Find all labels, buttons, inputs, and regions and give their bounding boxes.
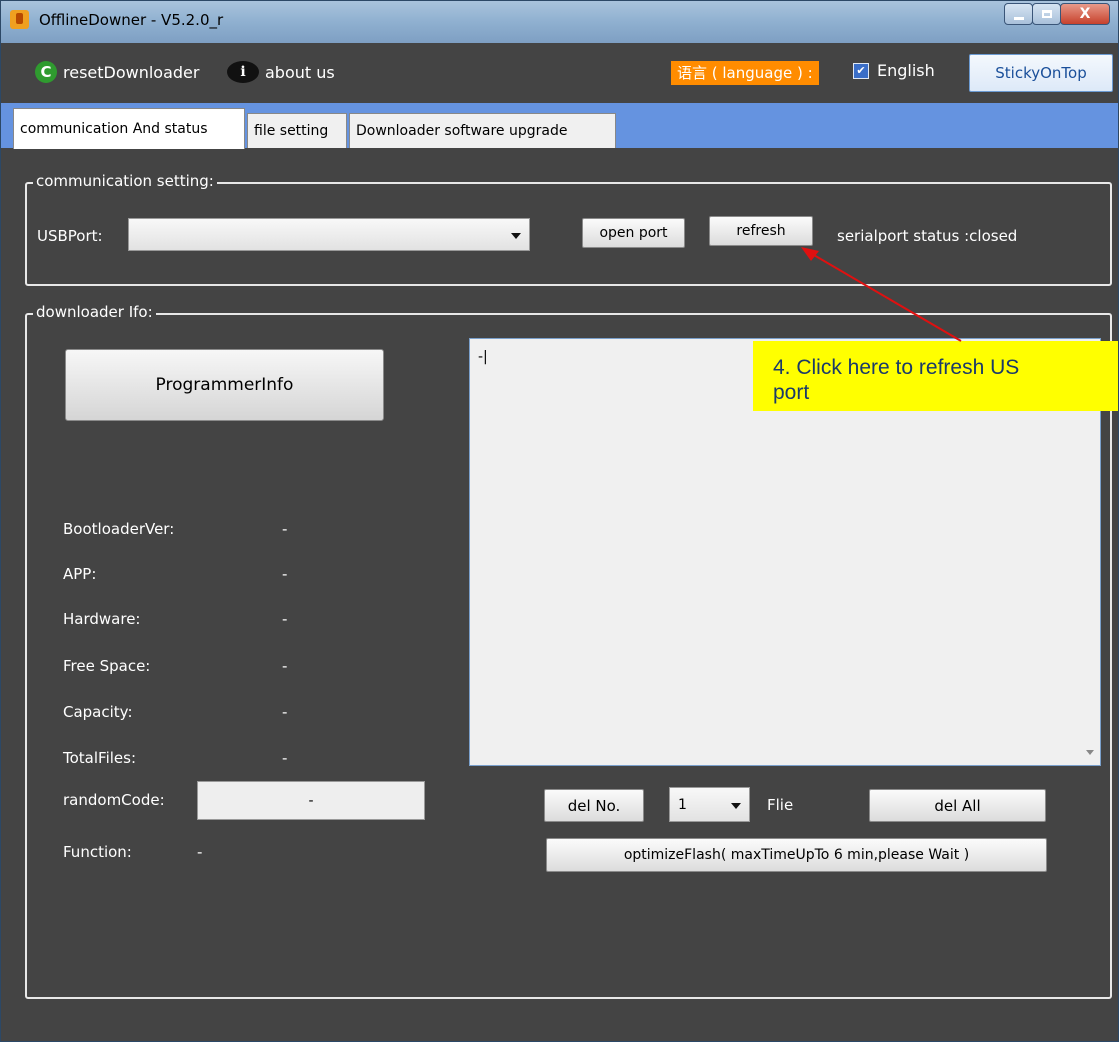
file-number-select[interactable]: 1 [669,787,750,822]
free-space-label: Free Space: [63,657,151,675]
del-no-button[interactable]: del No. [544,789,644,822]
hardware-label: Hardware: [63,610,141,628]
minimize-icon [1013,16,1024,20]
window-controls: X [1004,3,1110,27]
bootloader-ver-value: - [282,520,288,538]
free-space-value: - [282,657,288,675]
serialport-status: serialport status :closed [837,227,1018,245]
communication-setting-title: communication setting: [33,172,217,190]
toolbar: C resetDownloader i about us 语言 ( langua… [1,43,1118,103]
del-all-button[interactable]: del All [869,789,1046,822]
downloader-info-title: downloader Ifo: [33,303,156,321]
annotation-callout: 4. Click here to refresh US port [753,341,1118,411]
chevron-down-icon [511,232,521,239]
scroll-down-icon[interactable] [1086,750,1094,755]
total-files-label: TotalFiles: [63,749,137,767]
open-port-button[interactable]: open port [582,218,685,248]
usb-port-label: USBPort: [37,227,103,245]
close-icon: X [1079,6,1091,22]
app-value: - [282,565,288,583]
app-label: APP: [63,565,97,583]
english-checkbox[interactable]: ✔ English [853,61,935,80]
minimize-button[interactable] [1004,3,1033,25]
window-title: OfflineDowner - V5.2.0_r [39,11,224,29]
about-us-button[interactable]: i about us [227,61,335,83]
capacity-value: - [282,703,288,721]
checkbox-checked-icon[interactable]: ✔ [853,62,869,79]
app-window: OfflineDowner - V5.2.0_r X C resetDownlo… [0,0,1119,1042]
reset-downloader-label: resetDownloader [63,62,200,82]
title-bar: OfflineDowner - V5.2.0_r X [1,1,1118,43]
language-label: 语言 ( language ) : [671,61,819,85]
refresh-button[interactable]: refresh [709,216,813,246]
tab-strip: communication And status file setting Do… [1,103,1118,149]
info-icon: i [227,61,259,83]
tab-communication-and-status[interactable]: communication And status [13,108,245,149]
hardware-value: - [282,610,288,628]
app-logo-icon [10,10,29,29]
total-files-value: - [282,749,288,767]
file-label: Flie [767,796,794,814]
chevron-down-icon [731,802,741,809]
file-number-value: 1 [678,796,687,813]
reset-downloader-button[interactable]: C resetDownloader [35,61,199,83]
usb-port-select[interactable] [128,218,530,251]
maximize-icon [1041,10,1052,18]
bootloader-ver-label: BootloaderVer: [63,520,175,538]
english-label: English [877,61,935,80]
random-code-label: randomCode: [63,791,165,809]
programmer-info-button[interactable]: ProgrammerInfo [65,349,384,421]
sticky-on-top-button[interactable]: StickyOnTop [969,54,1113,92]
log-content: -| [478,349,488,365]
reset-icon: C [35,61,57,83]
about-us-label: about us [265,62,335,82]
tab-downloader-software-upgrade[interactable]: Downloader software upgrade [349,113,616,148]
optimize-flash-button[interactable]: optimizeFlash( maxTimeUpTo 6 min,please … [546,838,1047,872]
close-button[interactable]: X [1060,3,1110,25]
maximize-button[interactable] [1032,3,1061,25]
tab-file-setting[interactable]: file setting [247,113,347,148]
function-label: Function: [63,843,132,861]
function-value: - [197,843,203,861]
random-code-field: - [197,781,425,820]
capacity-label: Capacity: [63,703,133,721]
